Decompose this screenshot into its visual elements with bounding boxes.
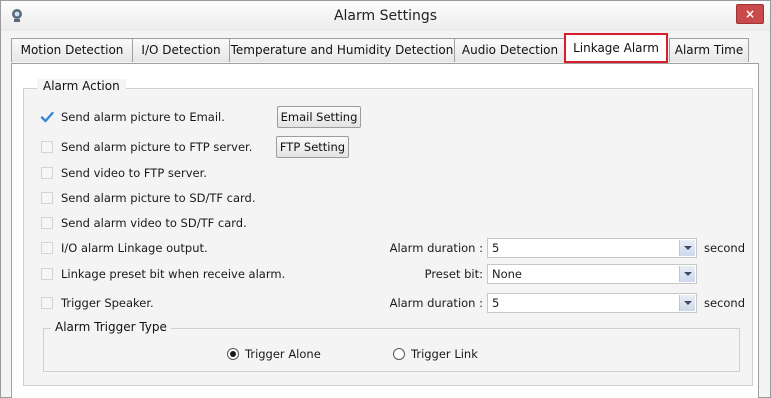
ftp-setting-button[interactable]: FTP Setting (276, 136, 349, 158)
tab-bar: Motion Detection I/O Detection Temperatu… (11, 33, 759, 64)
speaker-option-label: Trigger Speaker. (61, 296, 154, 310)
sd-picture-option-label: Send alarm picture to SD/TF card. (61, 191, 256, 205)
tab-audio-detection[interactable]: Audio Detection (454, 38, 566, 62)
ftp-picture-option-label: Send alarm picture to FTP server. (61, 140, 253, 154)
preset-option-label: Linkage preset bit when receive alarm. (61, 267, 286, 281)
email-option-label: Send alarm picture to Email. (61, 110, 225, 124)
trigger-alone-radio[interactable] (227, 348, 239, 360)
trigger-link-label[interactable]: Trigger Link (411, 347, 478, 361)
title-bar: Alarm Settings × (1, 1, 770, 31)
check-icon (40, 111, 54, 123)
ftp-video-option-label: Send video to FTP server. (61, 166, 207, 180)
sd-video-option-row: Send alarm video to SD/TF card. (41, 214, 281, 234)
speaker-alarm-duration-unit: second (704, 296, 746, 310)
preset-bit-value: None (492, 267, 523, 281)
tab-motion-detection[interactable]: Motion Detection (11, 38, 133, 62)
ftp-picture-option-row: Send alarm picture to FTP server. (41, 138, 281, 158)
email-checkbox[interactable] (40, 111, 54, 123)
alarm-settings-window: Alarm Settings × Motion Detection I/O De… (0, 0, 771, 398)
speaker-checkbox[interactable] (41, 297, 53, 309)
sd-picture-option-row: Send alarm picture to SD/TF card. (41, 189, 281, 209)
trigger-alone-label[interactable]: Trigger Alone (245, 347, 321, 361)
tab-linkage-alarm[interactable]: Linkage Alarm (564, 33, 668, 63)
ftp-picture-checkbox[interactable] (41, 141, 53, 153)
alarm-action-legend: Alarm Action (37, 79, 126, 93)
close-button[interactable]: × (736, 4, 764, 24)
email-setting-button[interactable]: Email Setting (277, 106, 361, 128)
sd-video-checkbox[interactable] (41, 217, 53, 229)
io-alarm-duration-select[interactable]: 5 (487, 238, 697, 258)
io-alarm-duration-value: 5 (492, 241, 500, 255)
preset-bit-select[interactable]: None (487, 264, 697, 284)
io-alarm-duration-unit: second (704, 241, 746, 255)
ftp-video-option-row: Send video to FTP server. (41, 164, 281, 184)
chevron-down-icon[interactable] (679, 295, 695, 311)
io-linkage-option-row: I/O alarm Linkage output. (41, 239, 301, 259)
preset-option-row: Linkage preset bit when receive alarm. (41, 265, 321, 285)
speaker-option-row: Trigger Speaker. (41, 294, 281, 314)
sd-video-option-label: Send alarm video to SD/TF card. (61, 216, 247, 230)
chevron-down-icon[interactable] (679, 266, 695, 282)
alarm-trigger-type-legend: Alarm Trigger Type (51, 320, 171, 334)
speaker-alarm-duration-select[interactable]: 5 (487, 293, 697, 313)
close-icon: × (744, 7, 756, 21)
io-linkage-checkbox[interactable] (41, 242, 53, 254)
preset-checkbox[interactable] (41, 268, 53, 280)
trigger-link-radio[interactable] (393, 348, 405, 360)
ftp-video-checkbox[interactable] (41, 167, 53, 179)
preset-bit-label: Preset bit: (424, 267, 483, 281)
sd-picture-checkbox[interactable] (41, 192, 53, 204)
io-alarm-duration-label: Alarm duration : (389, 241, 483, 255)
tab-io-detection[interactable]: I/O Detection (132, 38, 230, 62)
tab-temperature-humidity-detection[interactable]: Temperature and Humidity Detection (229, 38, 455, 62)
speaker-alarm-duration-label: Alarm duration : (389, 296, 483, 310)
speaker-alarm-duration-value: 5 (492, 296, 500, 310)
io-linkage-option-label: I/O alarm Linkage output. (61, 241, 208, 255)
chevron-down-icon[interactable] (679, 240, 695, 256)
tab-alarm-time[interactable]: Alarm Time (669, 38, 749, 62)
alarm-trigger-type-group (43, 328, 740, 372)
window-title: Alarm Settings (333, 8, 438, 24)
